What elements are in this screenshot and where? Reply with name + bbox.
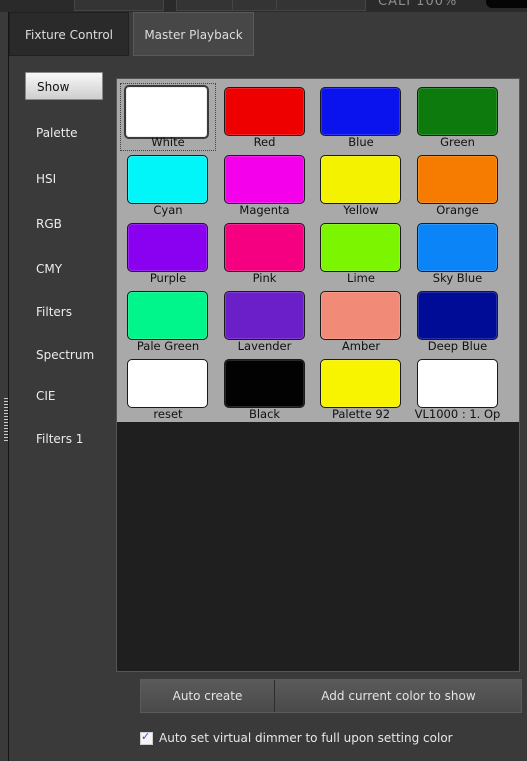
sidebar-item-spectrum[interactable]: Spectrum (25, 341, 105, 369)
color-palette-grid: White Red Blue Green Cyan Magenta Yellow Orange… (117, 79, 519, 422)
color-swatch (320, 223, 401, 272)
sidebar-item-filters-1[interactable]: Filters 1 (25, 425, 105, 453)
palette-cell-label: Deep Blue (427, 339, 488, 353)
color-swatch (223, 291, 305, 340)
color-swatch (124, 85, 209, 139)
palette-cell-pink[interactable]: Pink (217, 219, 313, 287)
palette-cell-label: Sky Blue (432, 271, 483, 285)
auto-dimmer-option: Auto set virtual dimmer to full upon set… (140, 728, 453, 748)
toolbar-segment[interactable] (176, 0, 234, 11)
color-swatch (416, 359, 498, 408)
add-current-color-button[interactable]: Add current color to show (274, 680, 522, 712)
palette-cell-deep-blue[interactable]: Deep Blue (410, 287, 506, 355)
sidebar-item-palette[interactable]: Palette (25, 119, 105, 147)
palette-grid-panel: White Red Blue Green Cyan Magenta Yellow Orange… (116, 78, 520, 672)
palette-cell-lavender[interactable]: Lavender (217, 287, 313, 355)
palette-cell-label: Pink (252, 271, 277, 285)
palette-cell-label: Orange (436, 203, 479, 217)
palette-cell-red[interactable]: Red (217, 83, 313, 151)
palette-cell-label: Blue (348, 135, 374, 149)
color-swatch (320, 291, 401, 340)
palette-cell-label: Green (440, 135, 475, 149)
sidebar-item-hsi[interactable]: HSI (25, 165, 105, 193)
zoom-readout: CALI 100% (378, 0, 458, 9)
toolbar-segment[interactable] (74, 0, 164, 11)
palette-cell-palette-92[interactable]: Palette 92 (313, 355, 409, 423)
palette-cell-label: Pale Green (136, 339, 200, 353)
palette-cell-label: Cyan (153, 203, 183, 217)
palette-cell-cyan[interactable]: Cyan (120, 151, 216, 219)
color-swatch (223, 87, 305, 136)
color-swatch (416, 291, 498, 340)
auto-create-button[interactable]: Auto create (141, 680, 274, 712)
palette-cell-label: Red (253, 135, 276, 149)
color-swatch (320, 155, 401, 204)
color-swatch (320, 359, 401, 408)
color-swatch (416, 155, 498, 204)
palette-cell-label: reset (153, 407, 183, 421)
palette-cell-label: Lavender (237, 339, 292, 353)
color-swatch (223, 223, 305, 272)
sidebar-item-cmy[interactable]: CMY (25, 255, 105, 283)
palette-cell-magenta[interactable]: Magenta (217, 151, 313, 219)
color-swatch (127, 359, 208, 408)
palette-cell-pale-green[interactable]: Pale Green (120, 287, 216, 355)
palette-cell-purple[interactable]: Purple (120, 219, 216, 287)
color-swatch (127, 291, 208, 340)
palette-cell-amber[interactable]: Amber (313, 287, 409, 355)
palette-cell-black[interactable]: Black (217, 355, 313, 423)
palette-cell-label: Palette 92 (331, 407, 391, 421)
sidebar-item-show[interactable]: Show (25, 72, 103, 100)
color-swatch (127, 223, 208, 272)
color-swatch (223, 359, 305, 408)
palette-cell-vl1000-1-op[interactable]: VL1000 : 1. Op (410, 355, 506, 423)
palette-cell-label: Yellow (343, 203, 379, 217)
toolbar-segment[interactable] (276, 0, 366, 11)
tab-master-playback[interactable]: Master Playback (133, 12, 254, 56)
auto-dimmer-label: Auto set virtual dimmer to full upon set… (159, 731, 453, 745)
sidebar-item-filters[interactable]: Filters (25, 298, 105, 326)
top-toolbar-strip: CALI 100% (0, 0, 527, 12)
palette-cell-label: Magenta (239, 203, 290, 217)
color-swatch (127, 155, 208, 204)
palette-cell-yellow[interactable]: Yellow (313, 151, 409, 219)
palette-cell-label: VL1000 : 1. Op (414, 407, 501, 421)
palette-cell-label: Black (248, 407, 281, 421)
palette-cell-sky-blue[interactable]: Sky Blue (410, 219, 506, 287)
tab-fixture-control[interactable]: Fixture Control (9, 12, 129, 56)
palette-cell-label: Lime (347, 271, 375, 285)
left-dock-rail (0, 12, 9, 761)
sidebar-item-rgb[interactable]: RGB (25, 210, 105, 238)
color-swatch (416, 87, 498, 136)
palette-cell-label: Amber (341, 339, 381, 353)
auto-dimmer-checkbox[interactable] (140, 730, 153, 745)
resize-grip-icon[interactable] (4, 398, 8, 442)
palette-cell-lime[interactable]: Lime (313, 219, 409, 287)
palette-cell-label: Purple (149, 271, 187, 285)
palette-cell-green[interactable]: Green (410, 83, 506, 151)
palette-cell-label: White (151, 135, 185, 149)
palette-cell-blue[interactable]: Blue (313, 83, 409, 151)
color-swatch (416, 223, 498, 272)
color-swatch (223, 155, 305, 204)
toolbar-pill (486, 0, 527, 8)
palette-cell-white[interactable]: White (120, 83, 216, 151)
palette-cell-reset[interactable]: reset (120, 355, 216, 423)
color-swatch (320, 87, 401, 136)
palette-cell-orange[interactable]: Orange (410, 151, 506, 219)
sidebar-item-cie[interactable]: CIE (25, 382, 105, 410)
toolbar-segment[interactable] (232, 0, 278, 11)
action-button-bar: Auto create Add current color to show (140, 679, 522, 713)
